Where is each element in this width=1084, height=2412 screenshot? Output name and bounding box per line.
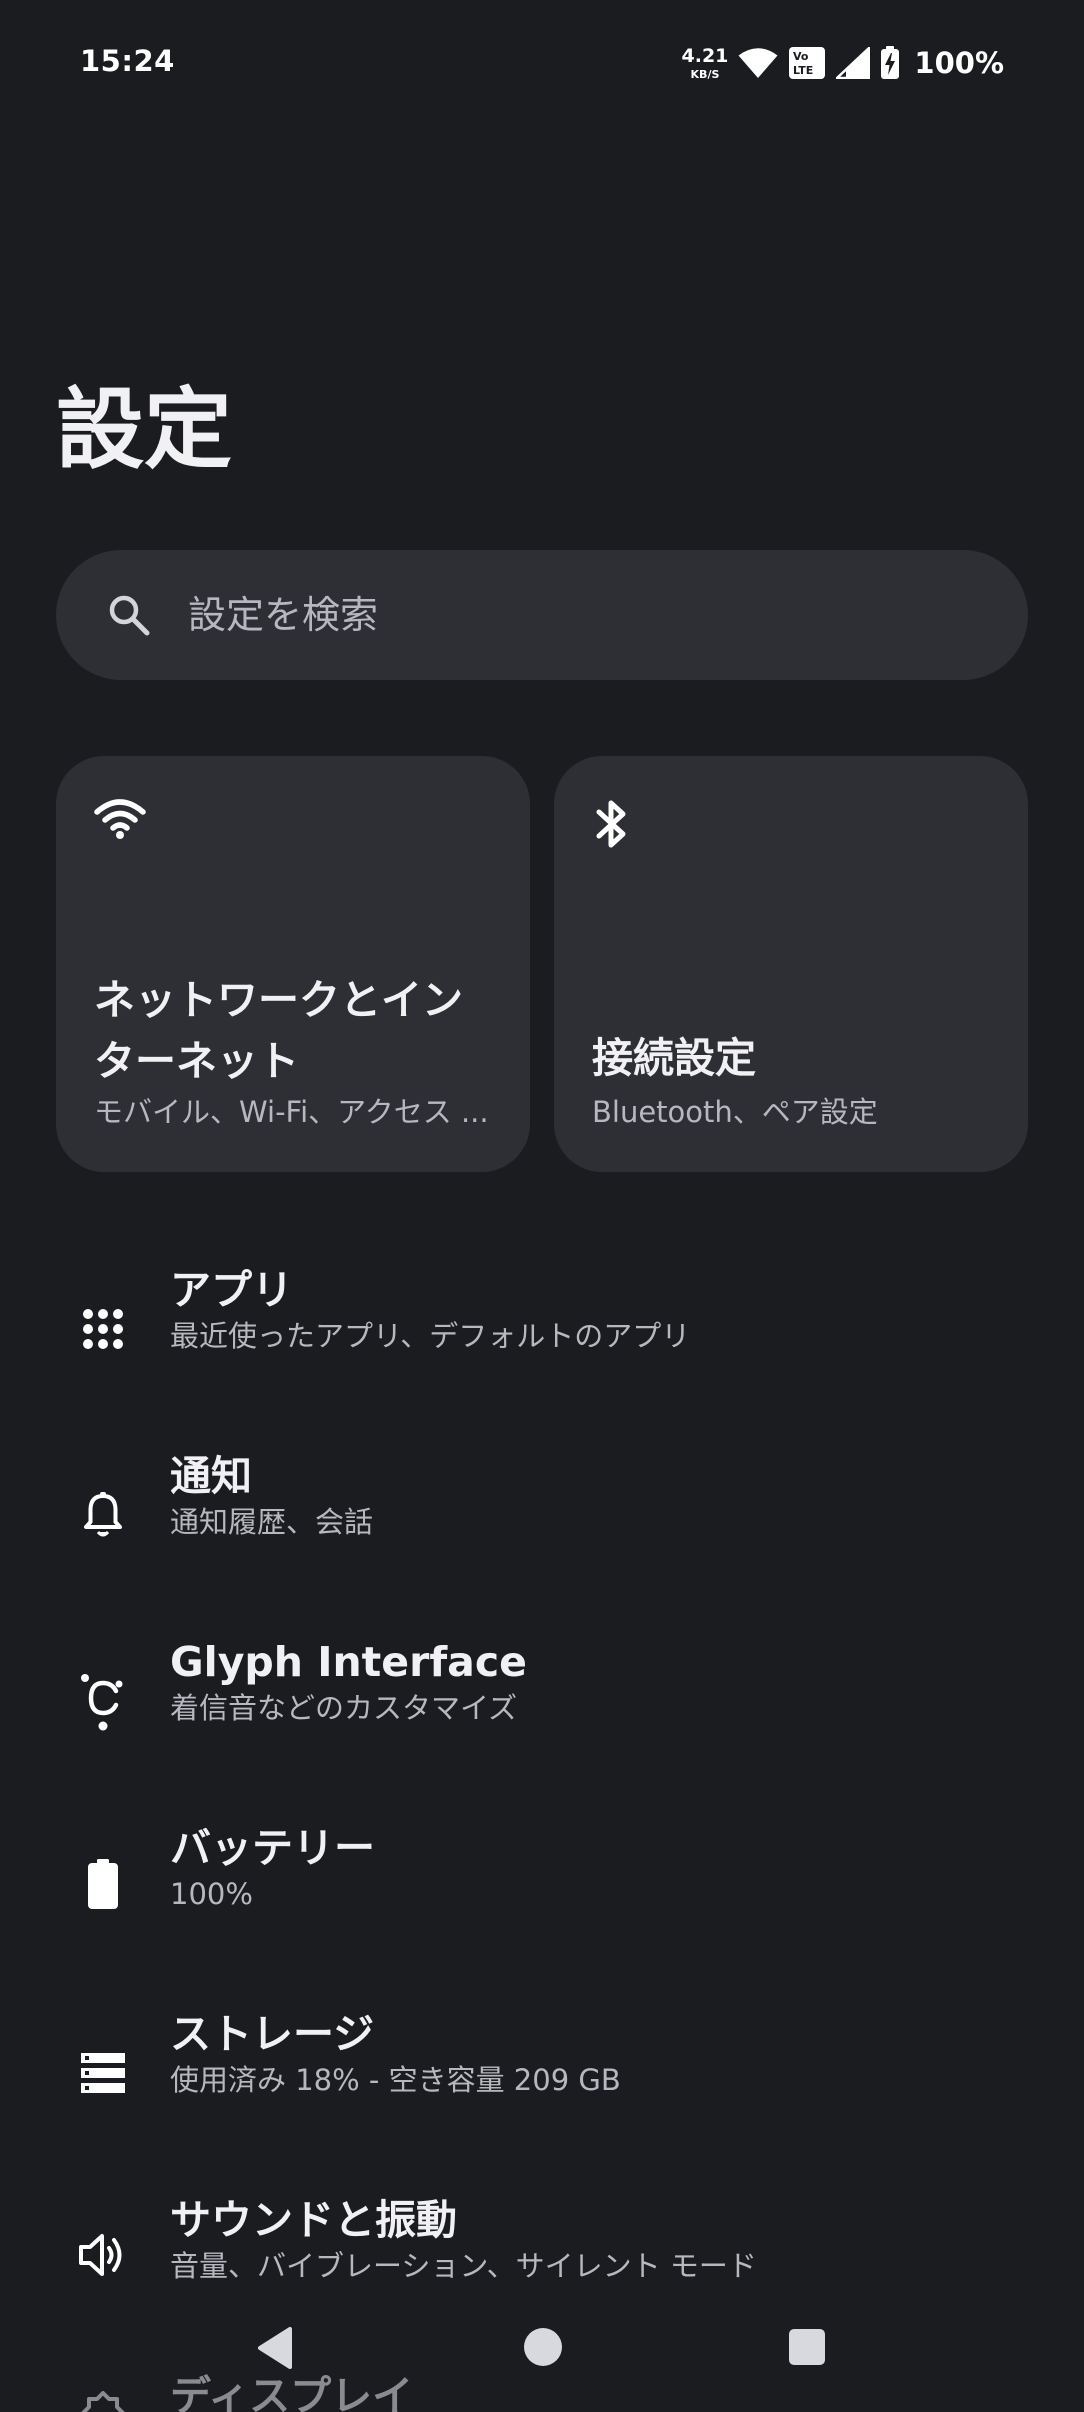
wifi-icon — [94, 799, 146, 839]
settings-item-battery[interactable]: バッテリー 100% — [0, 1810, 1084, 1996]
wifi-signal-icon — [738, 48, 778, 78]
navigation-bar — [0, 2320, 1084, 2392]
settings-item-title: アプリ — [170, 1266, 293, 1314]
settings-item-title: サウンドと振動 — [170, 2196, 457, 2244]
card-subtitle: Bluetooth、ペア設定 — [592, 1095, 878, 1129]
settings-item-subtitle: 最近使ったアプリ、デフォルトのアプリ — [170, 1319, 691, 1353]
settings-item-notifications[interactable]: 通知 通知履歴、会話 — [0, 1438, 1084, 1624]
volte-icon: Vo LTE — [789, 47, 826, 79]
network-speed-value: 4.21 — [681, 44, 729, 67]
settings-item-apps[interactable]: アプリ 最近使ったアプリ、デフォルトのアプリ — [0, 1252, 1084, 1438]
settings-item-title: 通知 — [170, 1452, 252, 1500]
settings-item-subtitle: 100% — [170, 1877, 253, 1911]
back-icon[interactable] — [256, 2326, 294, 2370]
battery-percent: 100% — [914, 46, 1004, 80]
search-icon — [109, 595, 150, 636]
battery-charging-icon — [881, 46, 900, 79]
home-icon[interactable] — [522, 2326, 564, 2368]
settings-item-subtitle: 使用済み 18% - 空き容量 209 GB — [170, 2063, 621, 2097]
cellular-signal-icon — [836, 47, 871, 79]
status-icons: 4.21 KB/S Vo LTE 100% — [682, 40, 1004, 86]
card-subtitle: モバイル、Wi-Fi、アクセス ... — [94, 1095, 489, 1129]
settings-item-glyph-interface[interactable]: Glyph Interface 着信音などのカスタマイズ — [0, 1624, 1084, 1810]
apps-grid-icon — [78, 1304, 128, 1354]
network-speed-unit: KB/S — [690, 67, 720, 81]
bluetooth-icon — [596, 800, 626, 848]
settings-item-title: ストレージ — [170, 2010, 375, 2058]
settings-item-subtitle: 通知履歴、会話 — [170, 1505, 374, 1539]
card-title: 接続設定 — [592, 1034, 756, 1082]
battery-icon — [78, 1856, 128, 1912]
storage-icon — [78, 2048, 128, 2098]
search-bar[interactable]: 設定を検索 — [56, 550, 1028, 680]
settings-screen: 15:24 4.21 KB/S Vo LTE 100% 設定 設定を検索 ネット… — [0, 0, 1084, 2412]
speaker-icon — [78, 2230, 128, 2280]
card-title: ネットワークとインターネット — [94, 976, 463, 1085]
network-speed: 4.21 KB/S — [681, 44, 729, 81]
volte-label-bottom: LTE — [793, 64, 813, 77]
settings-item-title: バッテリー — [170, 1824, 375, 1872]
volte-label-top: Vo — [793, 50, 809, 63]
card-network-internet[interactable]: ネットワークとインターネット モバイル、Wi-Fi、アクセス ... — [56, 756, 530, 1172]
bell-icon — [78, 1490, 128, 1540]
recents-icon[interactable] — [788, 2328, 826, 2366]
settings-item-storage[interactable]: ストレージ 使用済み 18% - 空き容量 209 GB — [0, 1996, 1084, 2182]
status-bar: 15:24 4.21 KB/S Vo LTE 100% — [0, 0, 1084, 120]
status-time: 15:24 — [80, 44, 175, 78]
search-placeholder: 設定を検索 — [188, 593, 379, 637]
glyph-icon — [78, 1670, 128, 1732]
settings-item-subtitle: 音量、バイブレーション、サイレント モード — [170, 2249, 757, 2283]
settings-item-subtitle: 着信音などのカスタマイズ — [170, 1691, 518, 1725]
page-title: 設定 — [56, 378, 233, 481]
card-connected-devices[interactable]: 接続設定 Bluetooth、ペア設定 — [554, 756, 1028, 1172]
settings-item-title: Glyph Interface — [170, 1638, 527, 1686]
